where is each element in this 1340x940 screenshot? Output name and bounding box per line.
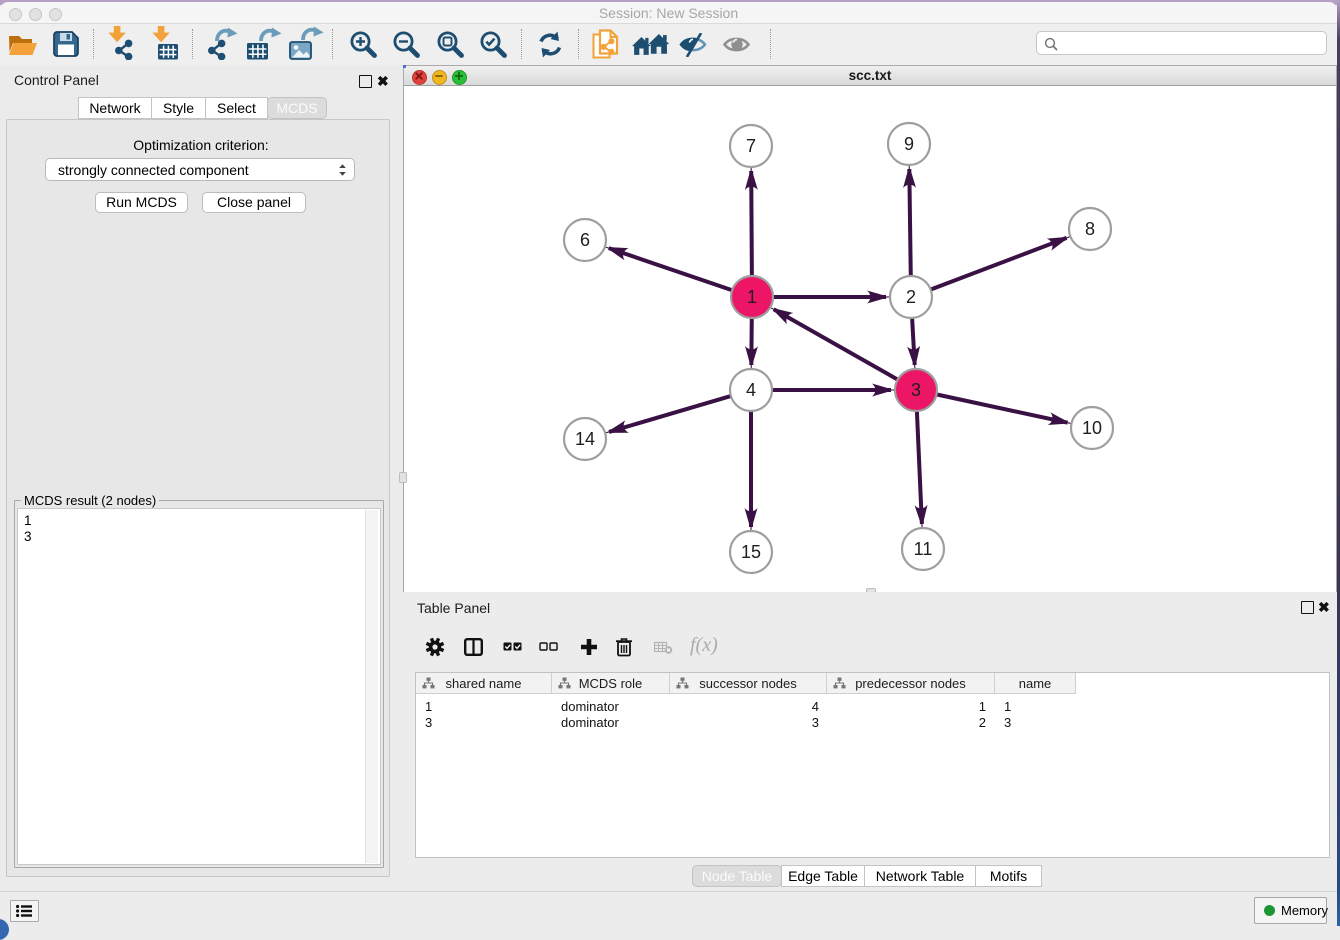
svg-text:4: 4 [746,380,756,400]
svg-text:15: 15 [741,542,761,562]
svg-text:3: 3 [911,380,921,400]
svg-text:8: 8 [1085,219,1095,239]
svg-text:2: 2 [906,287,916,307]
svg-text:14: 14 [575,429,595,449]
svg-text:10: 10 [1082,418,1102,438]
svg-text:6: 6 [580,230,590,250]
svg-text:11: 11 [914,539,933,559]
svg-text:7: 7 [746,136,756,156]
svg-text:9: 9 [904,134,914,154]
svg-text:1: 1 [747,287,757,307]
